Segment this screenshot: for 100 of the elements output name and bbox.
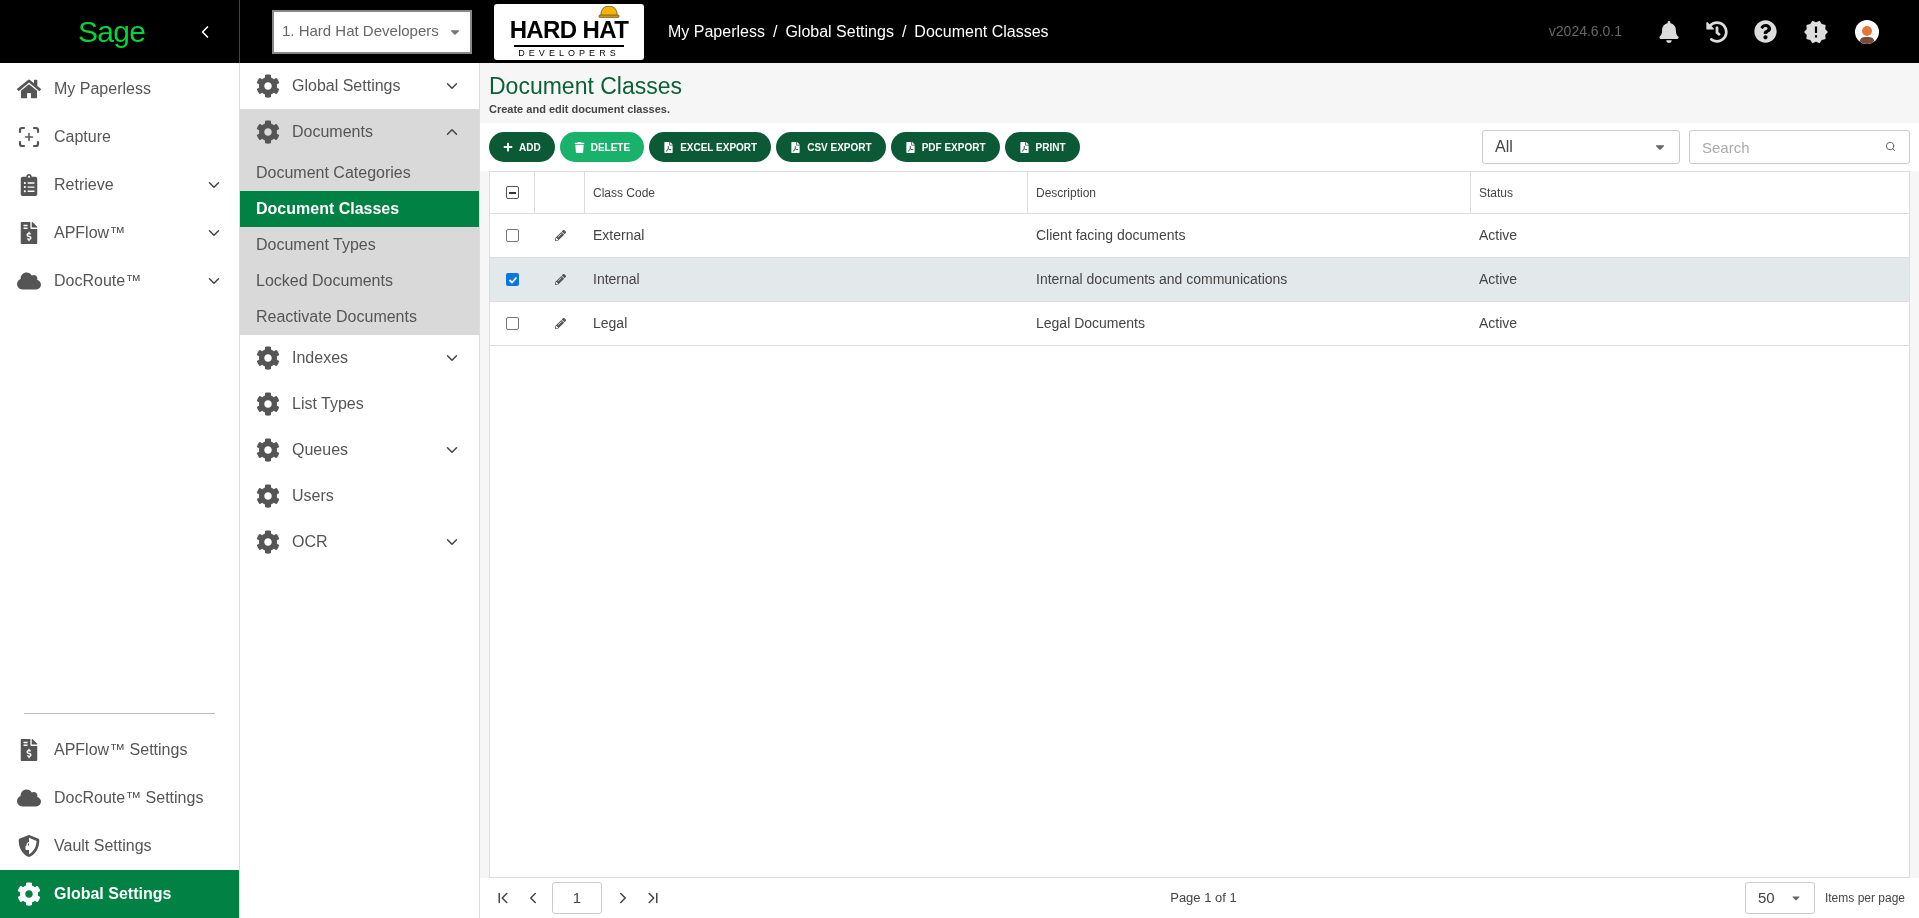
table-cell-text: External <box>593 226 645 246</box>
avatar[interactable] <box>1855 19 1879 44</box>
alert-badge-icon[interactable] <box>1803 18 1829 45</box>
toolbar-button[interactable]: ADD <box>489 132 555 163</box>
row-checkbox[interactable] <box>506 317 519 331</box>
gear-icon <box>17 882 41 906</box>
nav-label: Indexes <box>292 348 350 368</box>
sidebar-label: Retrieve <box>54 175 115 195</box>
edit-icon[interactable] <box>554 230 566 242</box>
nav-label: Documents <box>292 122 374 142</box>
table-cell-text: Active <box>1479 314 1518 334</box>
gear-icon <box>256 74 280 98</box>
nav-label: OCR <box>292 532 329 552</box>
dollar-document-icon <box>18 222 40 244</box>
table-cell-text: Internal documents and communications <box>1036 270 1288 290</box>
version-label: v2024.6.0.1 <box>1548 22 1622 41</box>
sidebar-item[interactable]: DocRoute™ <box>0 257 239 305</box>
settings-subitem[interactable]: Document Types <box>240 227 479 263</box>
gear-icon <box>256 120 280 144</box>
settings-nav-item[interactable]: List Types <box>240 381 479 427</box>
toolbar-button[interactable]: PDF EXPORT <box>890 132 1000 163</box>
settings-nav-item[interactable]: Indexes <box>240 335 479 381</box>
sidebar-item[interactable]: Capture <box>0 113 239 161</box>
sidebar-label: APFlow™ <box>54 223 127 243</box>
gear-icon <box>256 530 280 554</box>
document-icon <box>904 141 916 153</box>
sage-logo: Sage <box>78 14 146 50</box>
dollar-document-icon <box>18 739 40 761</box>
settings-subitem[interactable]: Locked Documents <box>240 263 479 299</box>
bell-icon[interactable] <box>1658 20 1680 43</box>
sidebar-item[interactable]: Retrieve <box>0 161 239 209</box>
gear-icon <box>256 392 280 416</box>
sidebar-item[interactable]: DocRoute™ Settings <box>0 774 239 822</box>
sidebar-label: DocRoute™ Settings <box>54 788 205 808</box>
sidebar-label: DocRoute™ <box>54 271 143 291</box>
sidebar-label: My Paperless <box>54 79 152 99</box>
row-checkbox[interactable] <box>506 273 519 287</box>
breadcrumb-separator: / <box>901 21 907 42</box>
settings-nav-item[interactable]: Global Settings <box>240 63 479 109</box>
status-filter-select[interactable]: All <box>1482 130 1680 165</box>
sidebar-label: Vault Settings <box>54 836 153 856</box>
search-field[interactable]: Search <box>1689 130 1910 165</box>
breadcrumb-link[interactable]: Document Classes <box>914 19 1049 44</box>
table-cell-text: Active <box>1479 226 1518 246</box>
settings-subitem[interactable]: Document Categories <box>240 155 479 191</box>
settings-nav-item[interactable]: OCR <box>240 519 479 565</box>
sidebar-label: Capture <box>54 127 112 147</box>
sidebar-item[interactable]: Vault Settings <box>0 822 239 870</box>
nav-label: Global Settings <box>292 76 402 96</box>
hard-hat-icon <box>596 5 622 18</box>
column-header[interactable]: Description <box>1036 183 1097 202</box>
table-cell-text: Legal <box>593 314 628 334</box>
breadcrumb-link[interactable]: My Paperless <box>668 19 765 44</box>
toolbar-button[interactable]: EXCEL EXPORT <box>649 132 772 163</box>
sidebar-item[interactable]: APFlow™ Settings <box>0 726 239 774</box>
sidebar-item[interactable]: My Paperless <box>0 65 239 113</box>
table-cell-text: Legal Documents <box>1036 314 1145 334</box>
settings-nav-item[interactable]: Documents <box>240 109 479 155</box>
breadcrumb-separator: / <box>772 21 778 42</box>
clipboard-icon <box>18 174 40 196</box>
page-number-field[interactable]: 1 <box>552 882 602 914</box>
help-icon[interactable] <box>1754 20 1777 43</box>
toolbar-button[interactable]: PRINT <box>1004 132 1080 163</box>
table-cell-text: Internal <box>593 270 640 290</box>
table-cell-text: Client facing documents <box>1036 226 1186 246</box>
page-summary: Page 1 of 1 <box>1170 889 1237 908</box>
logo-subtext: DEVELOPERS <box>514 45 624 58</box>
table-cell-text: Active <box>1479 270 1518 290</box>
gear-icon <box>256 438 280 462</box>
settings-subitem[interactable]: Reactivate Documents <box>240 299 479 335</box>
document-icon <box>1018 141 1030 153</box>
page-size-select[interactable]: 50 <box>1744 882 1815 914</box>
column-header[interactable]: Class Code <box>593 183 656 202</box>
search-icon <box>1885 141 1896 153</box>
breadcrumb-link[interactable]: Global Settings <box>785 19 894 44</box>
table-row[interactable]: Internal Internal documents and communications Active <box>490 258 1909 303</box>
row-checkbox[interactable] <box>506 229 519 243</box>
sidebar-label: Global Settings <box>54 884 173 904</box>
capture-icon <box>17 125 41 149</box>
settings-nav-item[interactable]: Queues <box>240 427 479 473</box>
edit-icon[interactable] <box>554 274 566 286</box>
column-header[interactable]: Status <box>1479 183 1514 202</box>
plus-icon <box>503 142 513 153</box>
trash-icon <box>573 141 585 153</box>
sidebar-item[interactable]: APFlow™ <box>0 209 239 257</box>
nav-label: Users <box>292 486 335 506</box>
document-icon <box>663 141 675 153</box>
nav-label: Queues <box>292 440 350 460</box>
sidebar-item[interactable]: Global Settings <box>0 870 239 918</box>
settings-nav-item[interactable]: Users <box>240 473 479 519</box>
company-select[interactable]: 1. Hard Hat Developers <box>272 9 472 54</box>
sidebar-label: APFlow™ Settings <box>54 740 189 760</box>
gear-icon <box>256 484 280 508</box>
toolbar-button[interactable]: CSV EXPORT <box>776 132 886 163</box>
settings-subitem[interactable]: Document Classes <box>240 191 479 227</box>
select-all-checkbox[interactable] <box>505 186 519 200</box>
edit-icon[interactable] <box>554 318 566 330</box>
nav-label: List Types <box>292 394 365 414</box>
page-size-label: Items per page <box>1824 890 1905 907</box>
history-icon[interactable] <box>1706 20 1728 43</box>
